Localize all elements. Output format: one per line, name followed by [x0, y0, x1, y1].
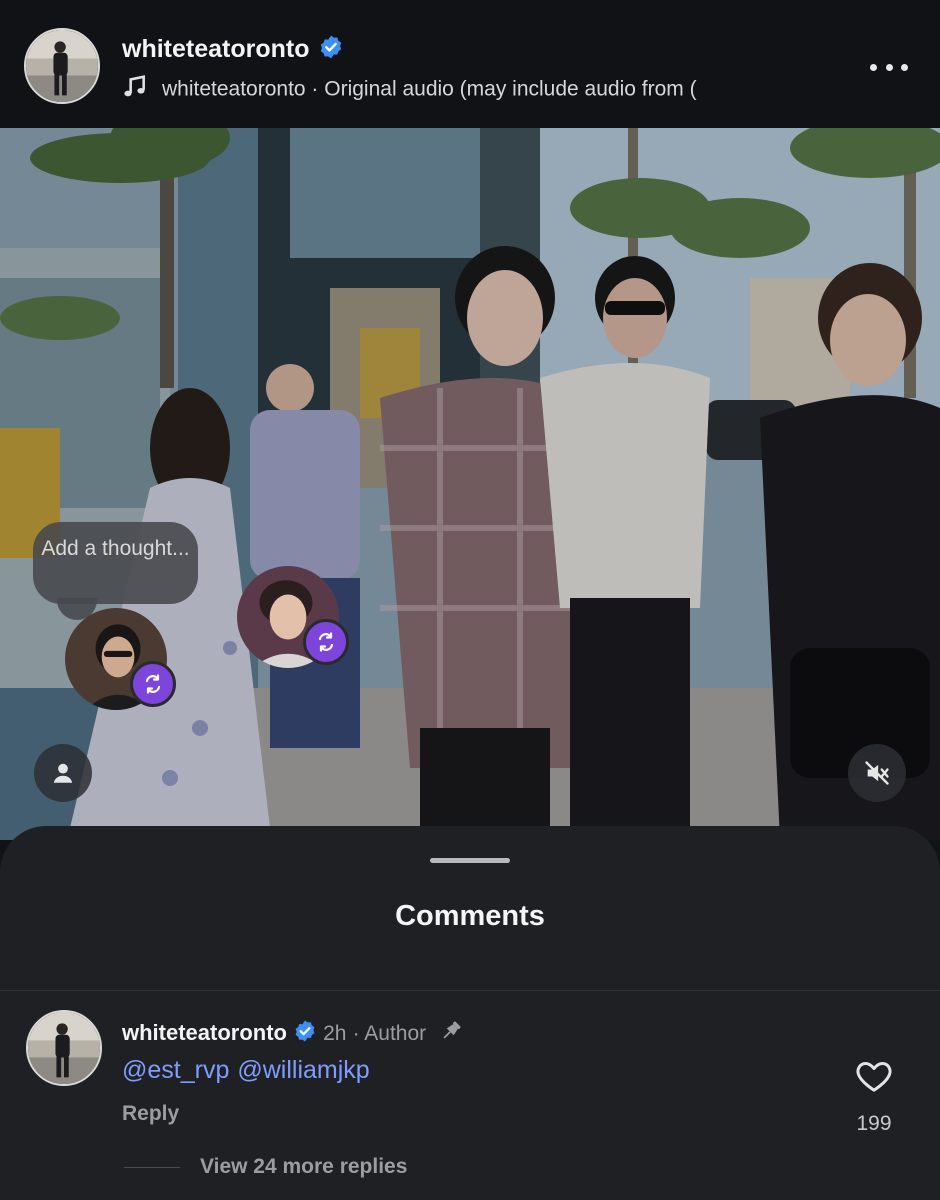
dot: [870, 63, 877, 71]
mention-link[interactable]: @williamjkp: [237, 1056, 369, 1084]
mention-link[interactable]: @est_rvp: [122, 1056, 229, 1084]
repost-icon: [130, 661, 176, 707]
comments-sheet: Comments: [0, 826, 940, 1200]
divider: [0, 990, 940, 991]
post-username[interactable]: whiteteatoronto: [122, 34, 344, 67]
comment-avatar[interactable]: [26, 1010, 102, 1086]
repost-icon: [303, 619, 349, 665]
add-thought-text[interactable]: Add a thought...: [33, 536, 198, 561]
author-label: Author: [364, 1021, 427, 1045]
profile-avatar[interactable]: [24, 28, 100, 104]
music-note-icon: [122, 74, 148, 104]
more-horizontal-icon[interactable]: [870, 52, 908, 82]
audio-attribution[interactable]: whiteteatoronto · Original audio (may in…: [122, 74, 812, 104]
dot: [901, 63, 908, 71]
speaker-muted-icon[interactable]: [848, 744, 906, 802]
post-username-text[interactable]: whiteteatoronto: [122, 35, 310, 63]
comment-username[interactable]: whiteteatoronto: [122, 1020, 287, 1045]
post-header: whiteteatoronto whiteteatoronto · Origin…: [0, 0, 940, 128]
comments-title: Comments: [395, 900, 545, 932]
comment-time: 2h: [323, 1021, 347, 1045]
like-count: 199: [856, 1112, 892, 1135]
person-icon[interactable]: [34, 744, 92, 802]
reply-button[interactable]: Reply: [122, 1102, 179, 1126]
add-thought-bubble[interactable]: Add a thought...: [33, 522, 198, 604]
dot: [885, 63, 893, 71]
comment-text: @est_rvp @williamjkp: [122, 1056, 378, 1085]
audio-text[interactable]: whiteteatoronto · Original audio (may in…: [162, 78, 697, 101]
pin-icon: [438, 1018, 464, 1050]
heart-icon[interactable]: [854, 1056, 894, 1096]
video-player[interactable]: Add a thought...: [0, 128, 940, 840]
comment-header: whiteteatoronto 2h · Author: [122, 1018, 464, 1050]
sheet-grabber[interactable]: [430, 858, 510, 863]
verified-badge-icon: [293, 1019, 317, 1049]
replies-line: [124, 1167, 180, 1168]
view-replies-button[interactable]: View 24 more replies: [200, 1155, 407, 1179]
video-frame-image: [0, 128, 940, 840]
meta-separator: ·: [352, 1021, 365, 1045]
verified-badge-icon: [318, 34, 344, 67]
